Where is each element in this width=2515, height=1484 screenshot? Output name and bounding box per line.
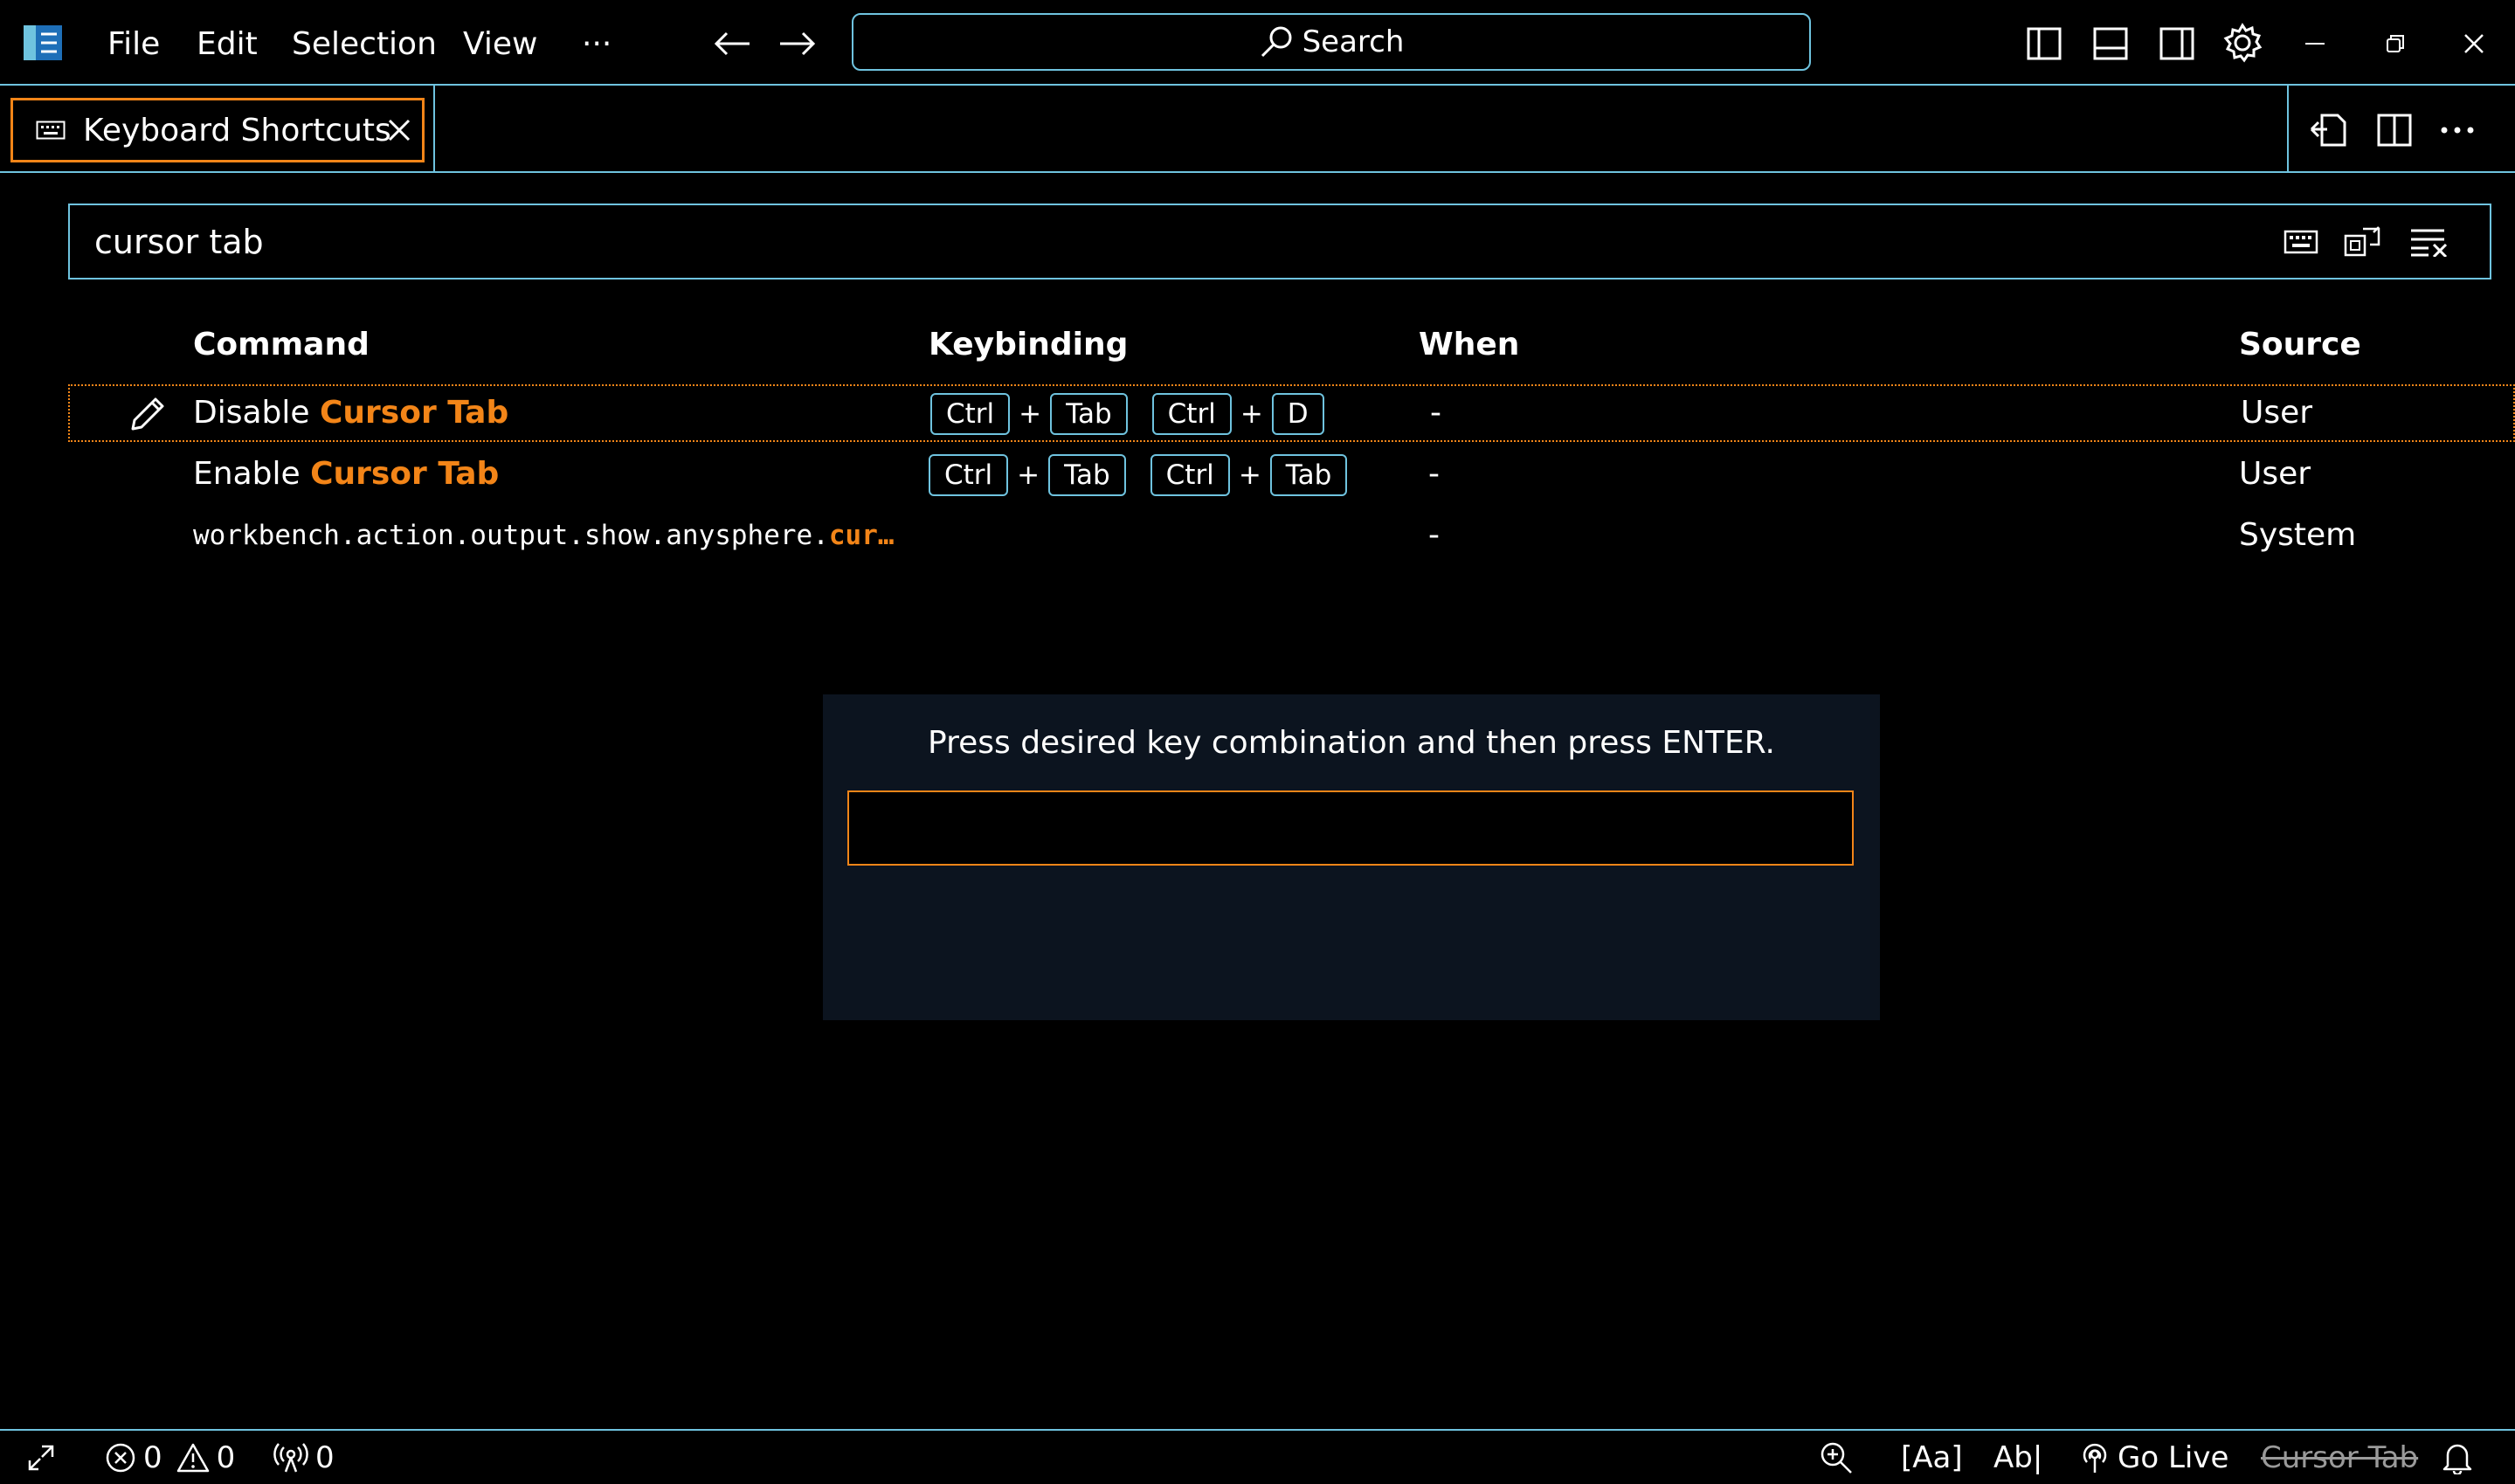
key-plus: +: [1019, 398, 1042, 430]
source-cell: User: [2239, 456, 2311, 492]
warning-count: 0: [216, 1440, 236, 1475]
app-logo-icon: [21, 23, 65, 63]
key-cap: Tab: [1269, 454, 1348, 496]
command-highlight: Cursor Tab: [310, 456, 500, 492]
when-cell: -: [1428, 517, 1440, 553]
record-keys-icon[interactable]: [2282, 223, 2320, 261]
search-label: Search: [1302, 24, 1405, 59]
source-cell: User: [2241, 395, 2313, 431]
toggle-panel-icon[interactable]: [2091, 24, 2130, 63]
editor-tab-bar: Keyboard Shortcuts: [0, 86, 2515, 173]
open-json-icon[interactable]: [2306, 110, 2350, 150]
command-highlight: Cursor Tab: [319, 395, 509, 431]
tab-separator: [433, 86, 435, 171]
broadcast-icon: [2083, 1443, 2107, 1473]
table-row[interactable]: workbench.action.output.show.anysphere.c…: [68, 508, 2515, 566]
zoom-in-icon: [1821, 1442, 1852, 1474]
ports-indicator[interactable]: 0: [273, 1438, 335, 1478]
when-cell: -: [1428, 456, 1440, 492]
when-cell: -: [1430, 395, 1441, 431]
key-cap: Ctrl: [930, 393, 1011, 435]
key-plus: +: [1238, 459, 1261, 491]
menu-selection[interactable]: Selection: [292, 19, 437, 70]
key-plus: +: [1240, 398, 1263, 430]
tab-keyboard-shortcuts[interactable]: Keyboard Shortcuts: [10, 98, 425, 162]
column-header-source: Source: [2239, 327, 2361, 362]
table-row[interactable]: Enable Cursor Tab Ctrl + Tab Ctrl + Tab - Use…: [68, 447, 2515, 505]
remote-indicator[interactable]: [26, 1438, 56, 1478]
command-label: workbench.action.output.show.anysphere.c…: [193, 508, 895, 563]
keybindings-search-input[interactable]: [94, 217, 2235, 266]
menu-file[interactable]: File: [107, 19, 160, 70]
pencil-edit-icon[interactable]: [128, 395, 168, 433]
status-bar: 0 0 0 [Aa] Ab| Go Live Cursor Tab: [0, 1429, 2515, 1484]
key-cap: Ctrl: [1150, 454, 1230, 496]
restore-icon[interactable]: [2378, 24, 2413, 63]
back-arrow-icon[interactable]: [712, 24, 752, 63]
problems-indicator[interactable]: 0 0: [105, 1438, 235, 1478]
go-live-label: Go Live: [2118, 1440, 2229, 1475]
command-highlight: cur…: [828, 520, 895, 551]
cursor-tab-status[interactable]: Cursor Tab: [2261, 1438, 2418, 1478]
keyboard-icon: [36, 121, 66, 140]
close-window-icon[interactable]: [2456, 24, 2491, 63]
keybinding-input[interactable]: [847, 790, 1854, 866]
command-label: Disable Cursor Tab: [193, 386, 508, 440]
editor-actions-separator: [2287, 86, 2289, 171]
keybinding-cell: Ctrl + Tab Ctrl + D: [930, 386, 1324, 440]
preserve-case-indicator[interactable]: Ab|: [1993, 1438, 2042, 1478]
menu-view[interactable]: View: [463, 19, 537, 70]
warning-icon: [176, 1443, 209, 1473]
keybindings-search: [68, 204, 2491, 280]
match-case-indicator[interactable]: [Aa]: [1901, 1438, 1963, 1478]
column-header-when: When: [1419, 327, 1520, 362]
key-cap: Tab: [1050, 393, 1128, 435]
command-prefix: workbench.action.output.show.anysphere.: [193, 520, 829, 551]
table-row[interactable]: Disable Cursor Tab Ctrl + Tab Ctrl + D - User: [68, 384, 2515, 442]
clear-search-icon[interactable]: [2408, 223, 2451, 261]
toggle-primary-sidebar-icon[interactable]: [2025, 24, 2063, 63]
key-cap: Tab: [1048, 454, 1126, 496]
command-center-search[interactable]: Search: [852, 13, 1811, 71]
key-cap: Ctrl: [929, 454, 1009, 496]
key-plus: +: [1017, 459, 1040, 491]
search-icon: [1261, 26, 1292, 58]
error-icon: [106, 1443, 135, 1473]
gear-icon[interactable]: [2221, 21, 2264, 65]
forward-arrow-icon[interactable]: [777, 24, 818, 63]
notifications-bell[interactable]: [2442, 1438, 2472, 1478]
remote-icon: [28, 1445, 54, 1471]
more-actions-icon[interactable]: [2437, 110, 2477, 150]
column-header-command: Command: [193, 327, 370, 362]
key-cap: D: [1271, 393, 1324, 435]
title-bar: File Edit Selection View ··· Search: [0, 0, 2515, 86]
zoom-indicator[interactable]: [1819, 1438, 1854, 1478]
command-prefix: Disable: [193, 395, 320, 431]
split-editor-icon[interactable]: [2374, 110, 2415, 150]
go-live-button[interactable]: Go Live: [2079, 1438, 2228, 1478]
key-cap: Ctrl: [1151, 393, 1232, 435]
tab-label: Keyboard Shortcuts: [83, 112, 391, 148]
broadcast-icon: [273, 1443, 308, 1473]
define-keybinding-widget: Press desired key combination and then p…: [823, 694, 1880, 1020]
command-label: Enable Cursor Tab: [193, 447, 499, 501]
toggle-secondary-sidebar-icon[interactable]: [2158, 24, 2196, 63]
error-count: 0: [143, 1440, 162, 1475]
ports-count: 0: [315, 1440, 335, 1475]
menu-edit[interactable]: Edit: [197, 19, 258, 70]
minimize-icon[interactable]: [2297, 24, 2332, 63]
sort-by-precedence-icon[interactable]: [2343, 221, 2383, 261]
close-icon[interactable]: [387, 118, 411, 142]
command-prefix: Enable: [193, 456, 311, 492]
column-header-keybinding: Keybinding: [929, 327, 1129, 362]
keybinding-cell: Ctrl + Tab Ctrl + Tab: [929, 447, 1348, 501]
menu-more[interactable]: ···: [582, 19, 611, 70]
define-keybinding-message: Press desired key combination and then p…: [928, 725, 1775, 761]
source-cell: System: [2239, 517, 2357, 553]
bell-icon: [2442, 1444, 2472, 1474]
